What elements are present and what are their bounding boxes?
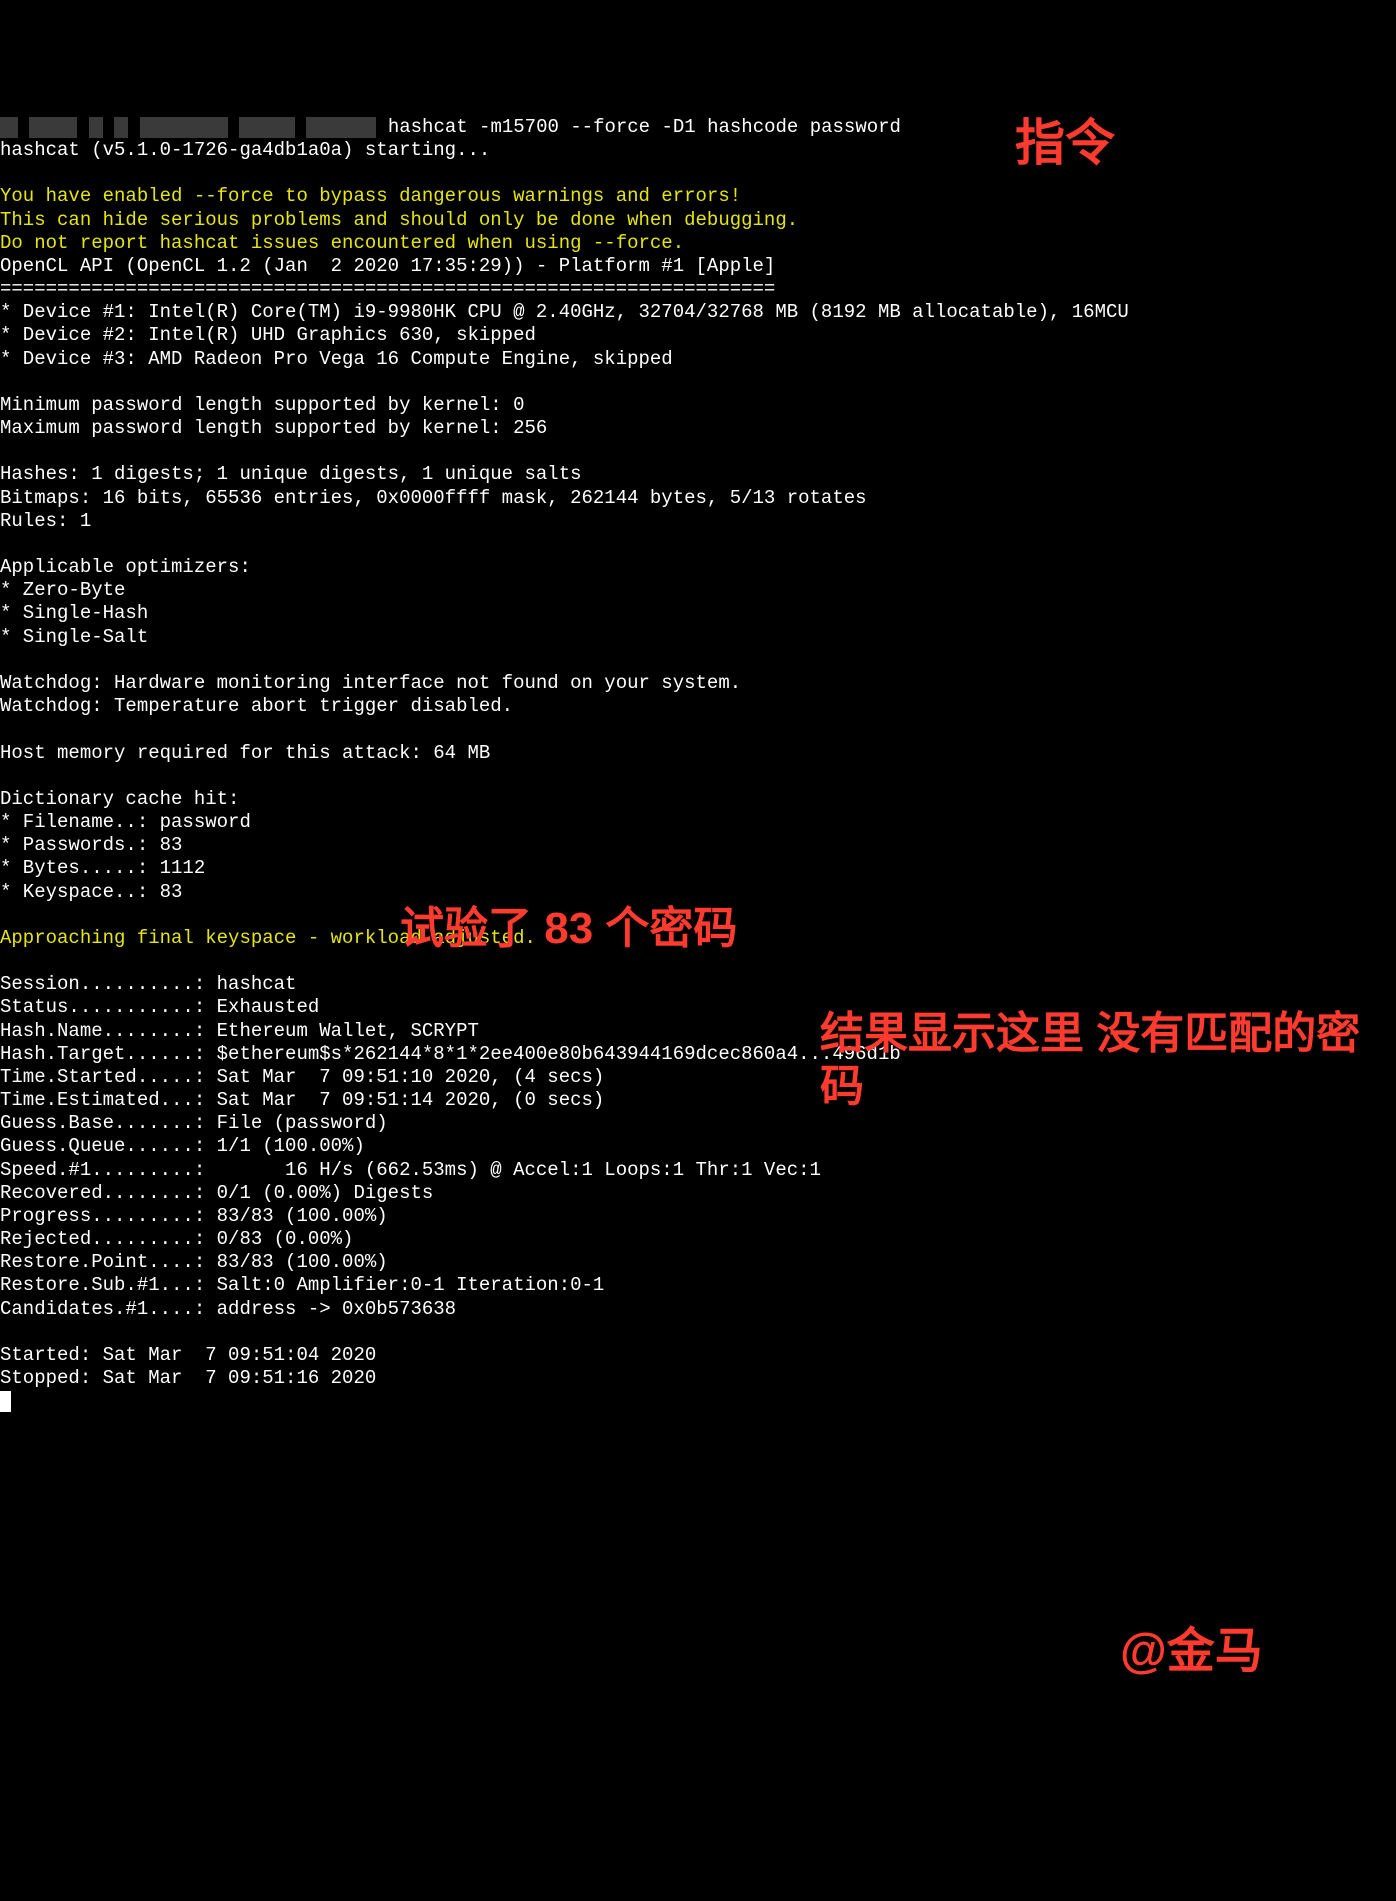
optimizer-3: * Single-Salt (0, 626, 148, 648)
speed: Speed.#1.........: 16 H/s (662.53ms) @ A… (0, 1159, 821, 1181)
watchdog-1: Watchdog: Hardware monitoring interface … (0, 672, 741, 694)
warning-line-3: Do not report hashcat issues encountered… (0, 232, 684, 254)
restore-sub: Restore.Sub.#1...: Salt:0 Amplifier:0-1 … (0, 1274, 604, 1296)
dict-cache-header: Dictionary cache hit: (0, 788, 239, 810)
watchdog-2: Watchdog: Temperature abort trigger disa… (0, 695, 513, 717)
starting-line: hashcat (v5.1.0-1726-ga4db1a0a) starting… (0, 139, 490, 161)
terminal[interactable]: hashcat -m15700 --force -D1 hashcode pas… (0, 116, 1396, 1414)
started-line: Started: Sat Mar 7 09:51:04 2020 (0, 1344, 376, 1366)
time-estimated: Time.Estimated...: Sat Mar 7 09:51:14 20… (0, 1089, 604, 1111)
opencl-header: OpenCL API (OpenCL 1.2 (Jan 2 2020 17:35… (0, 255, 775, 277)
guess-base: Guess.Base.......: File (password) (0, 1112, 388, 1134)
recovered: Recovered........: 0/1 (0.00%) Digests (0, 1182, 433, 1204)
cache-bytes: * Bytes.....: 1112 (0, 857, 205, 879)
candidates: Candidates.#1....: address -> 0x0b573638 (0, 1298, 456, 1320)
host-mem: Host memory required for this attack: 64… (0, 742, 490, 764)
warning-line-2: This can hide serious problems and shoul… (0, 209, 798, 231)
optimizer-2: * Single-Hash (0, 602, 148, 624)
prompt-redactions (0, 116, 376, 138)
cache-passwords: * Passwords.: 83 (0, 834, 182, 856)
max-length: Maximum password length supported by ker… (0, 417, 547, 439)
status: Status...........: Exhausted (0, 996, 319, 1018)
approaching: Approaching final keyspace - workload ad… (0, 927, 536, 949)
optimizers-header: Applicable optimizers: (0, 556, 251, 578)
device-1: * Device #1: Intel(R) Core(TM) i9-9980HK… (0, 301, 1129, 323)
command-line: hashcat -m15700 --force -D1 hashcode pas… (376, 116, 901, 138)
hr: ========================================… (0, 278, 775, 300)
device-2: * Device #2: Intel(R) UHD Graphics 630, … (0, 324, 536, 346)
hash-name: Hash.Name........: Ethereum Wallet, SCRY… (0, 1020, 479, 1042)
rules-line: Rules: 1 (0, 510, 91, 532)
session: Session..........: hashcat (0, 973, 296, 995)
time-started: Time.Started.....: Sat Mar 7 09:51:10 20… (0, 1066, 604, 1088)
guess-queue: Guess.Queue......: 1/1 (100.00%) (0, 1135, 365, 1157)
annotation-signature: @金马 (1120, 1623, 1263, 1681)
hashes-line: Hashes: 1 digests; 1 unique digests, 1 u… (0, 463, 582, 485)
rejected: Rejected.........: 0/83 (0.00%) (0, 1228, 353, 1250)
bitmaps-line: Bitmaps: 16 bits, 65536 entries, 0x0000f… (0, 487, 867, 509)
warning-line-1: You have enabled --force to bypass dange… (0, 185, 741, 207)
min-length: Minimum password length supported by ker… (0, 394, 525, 416)
progress: Progress.........: 83/83 (100.00%) (0, 1205, 388, 1227)
stopped-line: Stopped: Sat Mar 7 09:51:16 2020 (0, 1367, 376, 1389)
cache-filename: * Filename..: password (0, 811, 251, 833)
device-3: * Device #3: AMD Radeon Pro Vega 16 Comp… (0, 348, 673, 370)
cursor (0, 1390, 11, 1412)
restore-point: Restore.Point....: 83/83 (100.00%) (0, 1251, 388, 1273)
cache-keyspace: * Keyspace..: 83 (0, 881, 182, 903)
optimizer-1: * Zero-Byte (0, 579, 125, 601)
